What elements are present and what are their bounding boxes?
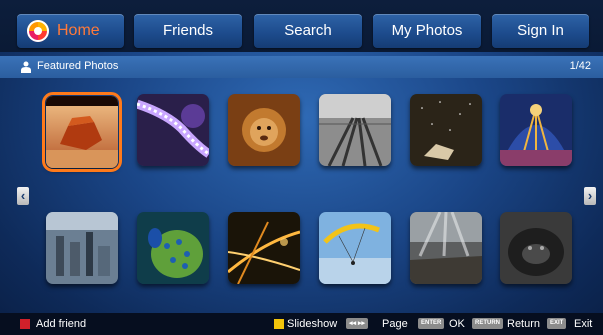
ok-hint: OK xyxy=(449,318,465,330)
tab-search[interactable]: Search xyxy=(254,14,362,48)
tab-sign-in-label: Sign In xyxy=(517,22,564,39)
exit-hint: Exit xyxy=(574,318,593,330)
tab-search-label: Search xyxy=(284,22,332,39)
next-page-arrow-icon[interactable]: › xyxy=(584,187,596,205)
tab-my-photos[interactable]: My Photos xyxy=(373,14,481,48)
photo-thumbnail-night-sky[interactable] xyxy=(410,94,482,166)
bottom-hint-bar: Add friend Slideshow ◂◂ ▸▸ Page ENTER OK… xyxy=(0,313,603,335)
section-bar: Featured Photos 1/42 xyxy=(0,56,603,78)
tab-home-label: Home xyxy=(57,22,100,39)
photo-thumbnail-desert[interactable] xyxy=(42,92,122,172)
app-logo-icon xyxy=(27,20,49,42)
photo-thumbnail-lion-cub[interactable] xyxy=(228,94,300,166)
photo-thumbnail-sunbeams[interactable] xyxy=(410,212,482,284)
enter-key-icon: ENTER xyxy=(418,318,445,329)
photo-thumbnail-city-night[interactable] xyxy=(228,212,300,284)
prev-page-arrow-icon[interactable]: ‹ xyxy=(17,187,29,205)
return-hint: Return xyxy=(507,318,541,330)
page-counter: 1/42 xyxy=(569,60,591,72)
yellow-button-icon xyxy=(274,319,284,329)
tab-sign-in[interactable]: Sign In xyxy=(492,14,589,48)
photo-thumbnail-railway[interactable] xyxy=(319,94,391,166)
tab-friends-label: Friends xyxy=(162,22,214,39)
page-keys-icon: ◂◂ ▸▸ xyxy=(346,318,368,329)
user-icon xyxy=(21,61,31,73)
tab-my-photos-label: My Photos xyxy=(391,22,463,39)
section-title: Featured Photos xyxy=(37,60,119,72)
red-button-icon xyxy=(20,319,30,329)
add-friend-hint[interactable]: Add friend xyxy=(36,318,86,330)
photo-thumbnail-dome[interactable] xyxy=(500,94,572,166)
top-nav: Home Friends Search My Photos Sign In xyxy=(0,0,603,52)
tab-home[interactable]: Home xyxy=(17,14,124,48)
exit-key-icon: EXIT xyxy=(547,318,567,329)
tab-friends[interactable]: Friends xyxy=(134,14,242,48)
photo-thumbnail-paraglider[interactable] xyxy=(319,212,391,284)
screen: Home Friends Search My Photos Sign In Fe… xyxy=(0,0,603,335)
page-hint: Page xyxy=(382,318,408,330)
photo-thumbnail-city-aerial[interactable] xyxy=(46,212,118,284)
slideshow-hint[interactable]: Slideshow xyxy=(287,318,337,330)
return-key-icon: RETURN xyxy=(472,318,503,329)
photo-thumbnail-peacock[interactable] xyxy=(137,212,209,284)
photo-thumbnail-gorilla[interactable] xyxy=(500,212,572,284)
photo-thumbnail-light-trail[interactable] xyxy=(137,94,209,166)
